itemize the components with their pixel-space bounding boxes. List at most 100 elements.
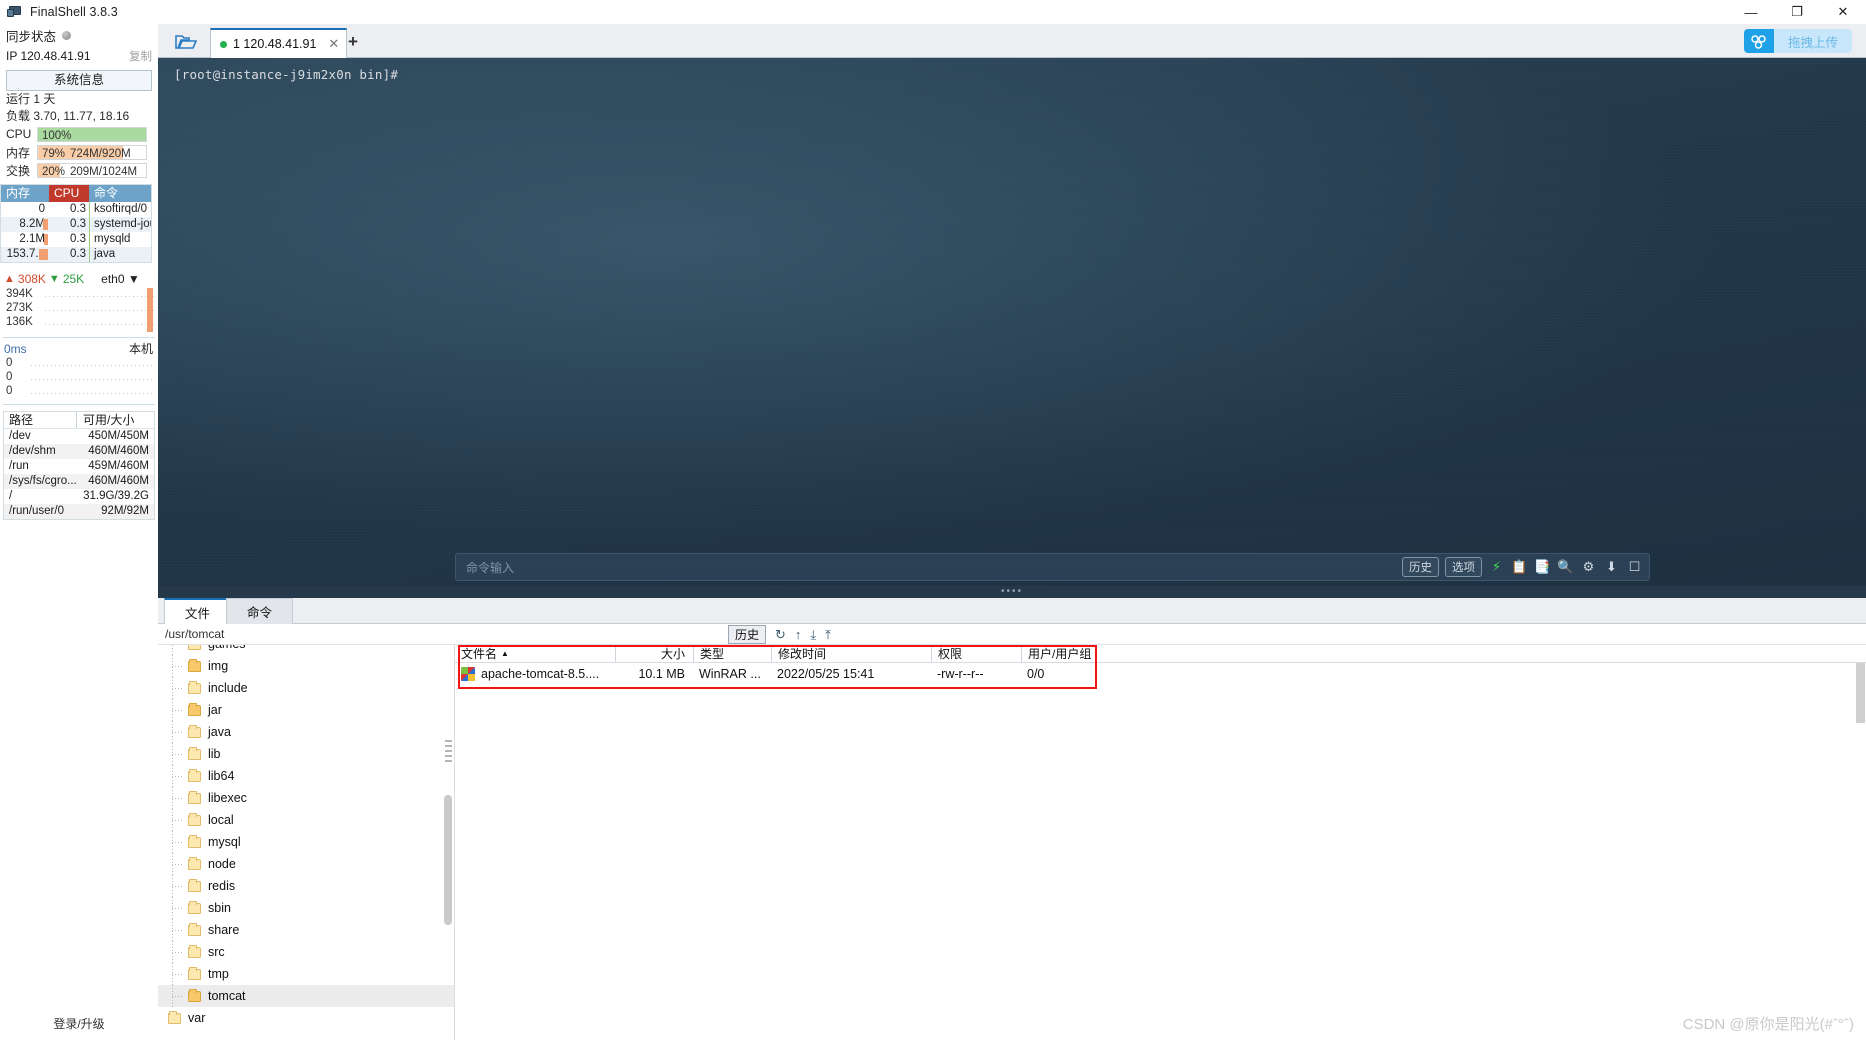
gear-icon[interactable]: ⚙ [1580, 559, 1597, 575]
file-col-owner[interactable]: 用户/用户组 [1021, 645, 1131, 662]
tree-node-label: tomcat [208, 989, 246, 1003]
window-icon[interactable]: ☐ [1626, 559, 1643, 575]
tree-scrollbar[interactable] [444, 795, 452, 925]
close-button[interactable]: ✕ [1820, 0, 1866, 24]
file-history-button[interactable]: 历史 [728, 625, 767, 644]
tree-node-libexec[interactable]: libexec [158, 787, 454, 809]
file-list-scrollbar[interactable] [1856, 663, 1865, 723]
panel-splitter[interactable]: •••• [158, 586, 1866, 598]
download-icon[interactable]: ⬇ [1603, 559, 1620, 575]
session-tab[interactable]: 1 120.48.41.91 ✕ [210, 28, 348, 58]
cpu-meter-label: CPU [6, 127, 32, 141]
table-row[interactable]: / 31.9G/39.2G [4, 489, 154, 504]
process-col-cpu[interactable]: CPU [49, 185, 89, 202]
tree-elbow [172, 864, 184, 865]
refresh-icon[interactable]: ↻ [775, 627, 786, 643]
finalshell-window: FinalShell 3.8.3 — ❐ ✕ 同步状态 IP 120.48.41… [0, 0, 1866, 1040]
tree-node-include[interactable]: include [158, 677, 454, 699]
tree-node-java[interactable]: java [158, 721, 454, 743]
drag-upload-button[interactable]: 拖拽上传 [1743, 29, 1852, 53]
table-row[interactable]: 2.1M 0.3 mysqld [1, 232, 151, 247]
tab-files[interactable]: 文件 [164, 598, 232, 624]
file-row[interactable]: apache-tomcat-8.5.... 10.1 MB WinRAR ...… [455, 663, 1866, 685]
tree-node-local[interactable]: local [158, 809, 454, 831]
process-col-cmd[interactable]: 命令 [89, 185, 151, 202]
tree-node-tomcat[interactable]: tomcat [158, 985, 454, 1007]
tree-node-lib64[interactable]: lib64 [158, 765, 454, 787]
command-input-bar[interactable]: 命令输入 历史 选项 ⚡ 📋 📑 🔍 ⚙ ⬇ ☐ [455, 553, 1650, 581]
sync-status-row: 同步状态 [0, 24, 158, 46]
ping-target-label[interactable]: 本机 [129, 340, 153, 357]
tree-node-src[interactable]: src [158, 941, 454, 963]
file-name-cell: apache-tomcat-8.5.... [455, 667, 615, 681]
current-path-bar[interactable]: /usr/tomcat [158, 624, 1866, 645]
file-col-type[interactable]: 类型 [693, 645, 771, 662]
file-col-modified[interactable]: 修改时间 [771, 645, 931, 662]
ping-graph-label: 0 [3, 385, 13, 397]
tree-node-var[interactable]: var [158, 1007, 454, 1029]
process-mem: 0 [38, 203, 45, 215]
terminal-output[interactable]: [root@instance-j9im2x0n bin]# 命令输入 历史 选项… [158, 58, 1866, 586]
process-cmd: mysqld [89, 232, 151, 247]
tree-node-node[interactable]: node [158, 853, 454, 875]
file-col-name[interactable]: 文件名 ▲ [455, 645, 615, 662]
tree-resize-grip[interactable] [445, 740, 452, 762]
tree-node-lib[interactable]: lib [158, 743, 454, 765]
tree-node-share[interactable]: share [158, 919, 454, 941]
tree-node-img[interactable]: img [158, 655, 454, 677]
upload-file-icon[interactable]: ⤒ [825, 627, 831, 643]
bolt-icon[interactable]: ⚡ [1488, 559, 1505, 575]
download-arrow-icon[interactable]: ⤓ [810, 627, 816, 643]
process-table[interactable]: 内存 CPU 命令 0 0.3 ksoftirqd/0 8.2M 0.3 sys… [0, 184, 152, 263]
minimize-button[interactable]: — [1728, 0, 1774, 24]
close-icon[interactable]: ✕ [328, 36, 339, 52]
folder-icon [188, 724, 201, 738]
session-tab-label: 1 120.48.41.91 [233, 37, 317, 51]
table-row[interactable]: /dev/shm 460M/460M [4, 444, 154, 459]
app-title: FinalShell 3.8.3 [30, 5, 118, 19]
maximize-button[interactable]: ❐ [1774, 0, 1820, 24]
tree-node-mysql[interactable]: mysql [158, 831, 454, 853]
copy-icon[interactable]: 📑 [1534, 559, 1551, 575]
table-row[interactable]: /sys/fs/cgro... 460M/460M [4, 474, 154, 489]
search-icon[interactable]: 🔍 [1557, 559, 1574, 575]
process-col-mem[interactable]: 内存 [1, 185, 49, 202]
paste-icon[interactable]: 📋 [1511, 559, 1528, 575]
directory-tree[interactable]: games img include jar java lib lib64 libexec loc… [158, 645, 455, 1040]
disk-usage-table[interactable]: 路径 可用/大小 /dev 450M/450M /dev/shm 460M/46… [3, 411, 155, 520]
tree-node-jar[interactable]: jar [158, 699, 454, 721]
open-folder-icon[interactable] [168, 28, 204, 55]
table-row[interactable]: /run 459M/460M [4, 459, 154, 474]
table-row[interactable]: /dev 450M/450M [4, 429, 154, 444]
tree-node-sbin[interactable]: sbin [158, 897, 454, 919]
disk-col-usage[interactable]: 可用/大小 [76, 412, 154, 428]
copy-ip-button[interactable]: 复制 [129, 48, 152, 64]
disk-table-header: 路径 可用/大小 [4, 412, 154, 429]
login-upgrade-link[interactable]: 登录/升级 [0, 1015, 158, 1032]
terminal-history-button[interactable]: 历史 [1402, 557, 1439, 577]
new-tab-button[interactable]: + [348, 33, 358, 50]
tree-node-tmp[interactable]: tmp [158, 963, 454, 985]
ping-summary-row: 0ms 本机 [0, 338, 158, 357]
network-interface-select[interactable]: eth0 ▼ [101, 272, 140, 286]
table-row[interactable]: /run/user/0 92M/92M [4, 504, 154, 519]
file-col-permissions[interactable]: 权限 [931, 645, 1021, 662]
system-info-button[interactable]: 系统信息 [6, 70, 152, 91]
upload-arrow-icon[interactable]: ↑ [795, 627, 802, 642]
tab-commands[interactable]: 命令 [226, 598, 294, 624]
command-input[interactable]: 命令输入 [456, 559, 514, 576]
table-row[interactable]: 153.7... 0.3 java [1, 247, 151, 262]
file-list[interactable]: 文件名 ▲ 大小 类型 修改时间 权限 用户/用户组 apache-tomcat… [455, 645, 1866, 1040]
terminal-options-button[interactable]: 选项 [1445, 557, 1482, 577]
process-cmd: ksoftirqd/0 [89, 202, 151, 217]
disk-col-path[interactable]: 路径 [4, 412, 76, 428]
tree-node-redis[interactable]: redis [158, 875, 454, 897]
table-row[interactable]: 0 0.3 ksoftirqd/0 [1, 202, 151, 217]
tree-node-games[interactable]: games [158, 645, 454, 655]
tree-node-label: lib64 [208, 769, 235, 783]
file-col-size[interactable]: 大小 [615, 645, 693, 662]
tree-node-label: share [208, 923, 240, 937]
cloud-upload-icon [1743, 29, 1774, 53]
table-row[interactable]: 8.2M 0.3 systemd-jour... [1, 217, 151, 232]
folder-icon [188, 645, 201, 650]
